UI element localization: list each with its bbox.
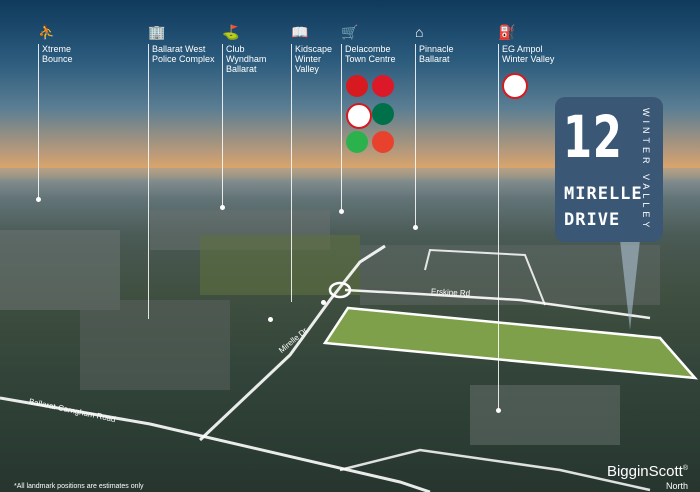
brand-region: North <box>665 481 688 491</box>
seven-eleven-logo-icon <box>346 103 372 129</box>
landmark-line <box>148 44 273 322</box>
landmark-label: Pinnacle Ballarat <box>419 44 454 64</box>
landmark-label: Club Wyndham Ballarat <box>226 44 267 74</box>
australia-post-logo-icon <box>372 75 394 97</box>
trampoline-icon: ⛹ <box>38 24 56 40</box>
landmark-xtreme-bounce: ⛹ Xtreme Bounce <box>36 24 73 202</box>
landmark-line <box>413 44 418 230</box>
street-name-line1: MIRELLE <box>564 184 643 204</box>
aerial-map-scene: ⛹ Xtreme Bounce 🏢 Ballarat West Police C… <box>0 0 700 492</box>
starbucks-logo-icon <box>372 103 394 125</box>
police-building-icon: 🏢 <box>148 24 166 40</box>
landmark-line <box>291 44 326 305</box>
street-name-line2: DRIVE <box>564 210 621 230</box>
fuel-pump-icon: ⛽ <box>498 24 516 40</box>
clubhouse-icon: ⛳ <box>222 24 240 40</box>
landmark-kidscape: 📖 Kidscape Winter Valley <box>291 24 333 305</box>
ampol-logo-icon <box>502 73 528 99</box>
landmark-label: Ballarat West Police Complex <box>152 44 215 64</box>
landmark-line <box>496 44 501 413</box>
brand-mark: ® <box>682 465 688 472</box>
biggin-scott-logo: BigginScott® North <box>607 461 688 492</box>
hungry-jacks-logo-icon <box>372 131 394 153</box>
house-icon: ⌂ <box>415 24 424 40</box>
street-number: 12 <box>563 103 623 171</box>
landmark-label: Delacombe Town Centre <box>345 44 396 64</box>
industrial-block <box>0 230 120 310</box>
lower-road <box>339 448 651 492</box>
landmark-police-complex: 🏢 Ballarat West Police Complex <box>148 24 273 322</box>
landmark-line <box>36 44 41 202</box>
commercial-block <box>470 385 620 445</box>
area-name: WINTER VALLEY <box>641 107 651 232</box>
street-name: MIRELLE DRIVE <box>564 181 643 233</box>
green-field <box>200 235 360 295</box>
landmark-line <box>339 44 344 214</box>
landmark-delacombe-town-centre: 🛒 Delacombe Town Centre <box>339 24 396 214</box>
woolworths-logo-icon <box>346 131 368 153</box>
kmart-logo-icon <box>346 75 368 97</box>
landmark-label: Kidscape Winter Valley <box>295 44 333 74</box>
address-badge: 12 MIRELLE DRIVE WINTER VALLEY <box>555 97 663 242</box>
landmark-label: Xtreme Bounce <box>42 44 73 64</box>
shopping-cart-icon: 🛒 <box>341 24 359 40</box>
badge-pointer <box>620 240 640 330</box>
landmark-label: EG Ampol Winter Valley <box>502 44 555 64</box>
industrial-block <box>80 300 230 390</box>
landmark-line <box>220 44 225 210</box>
disclaimer-note: *All landmark positions are estimates on… <box>14 483 144 490</box>
brand-name: BigginScott <box>606 463 683 480</box>
book-icon: 📖 <box>291 24 309 40</box>
landmark-pinnacle-ballarat: ⌂ Pinnacle Ballarat <box>413 24 454 230</box>
landmark-club-wyndham: ⛳ Club Wyndham Ballarat <box>220 24 267 210</box>
landmark-eg-ampol: ⛽ EG Ampol Winter Valley <box>496 24 555 413</box>
